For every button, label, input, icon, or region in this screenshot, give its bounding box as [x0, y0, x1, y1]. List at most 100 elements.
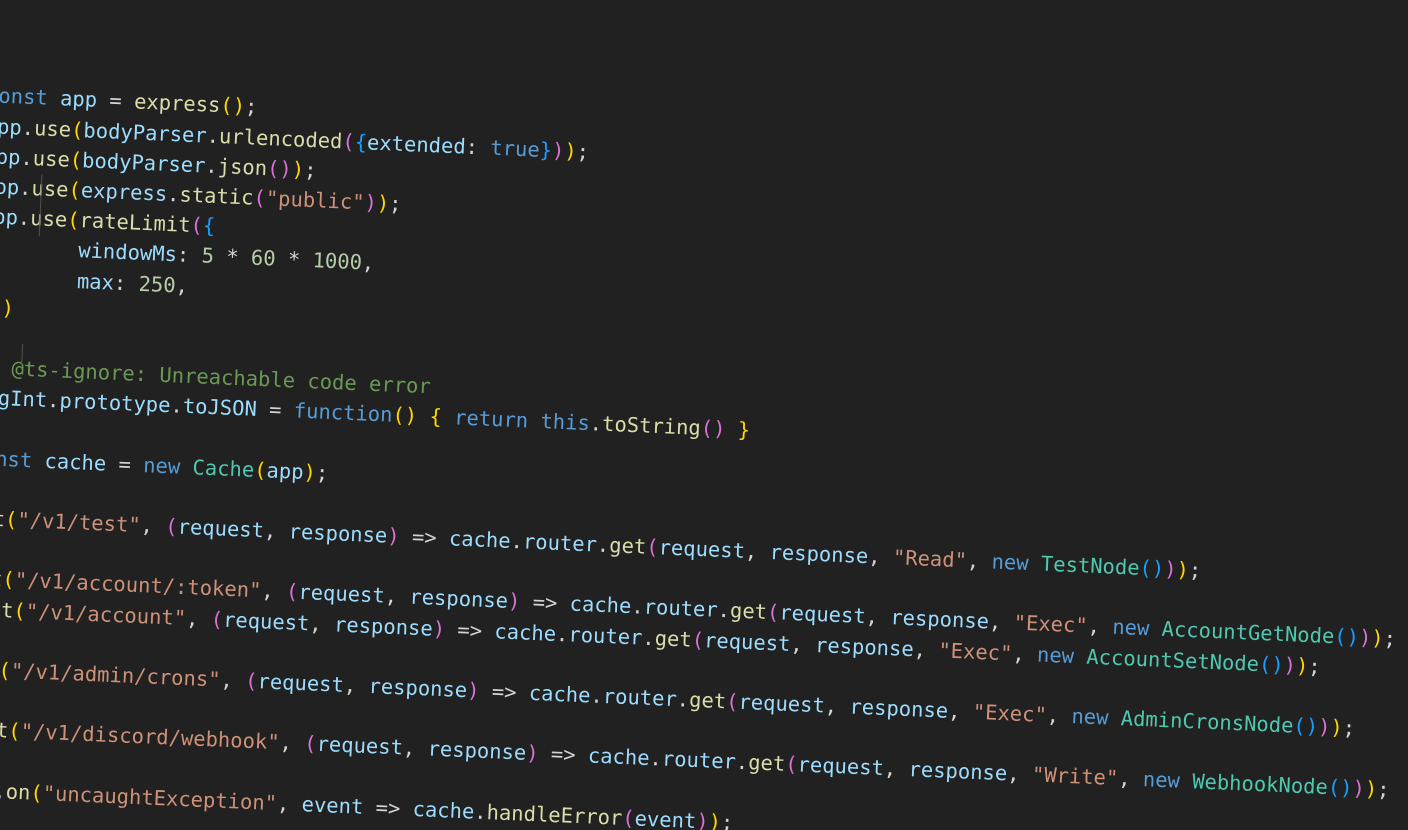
token-op: . [589, 411, 603, 436]
code-editor-viewport[interactable]: const app = express(); app.use(bodyParse… [0, 18, 1408, 830]
token-str: "Exec" [937, 637, 1013, 666]
token-op: => [538, 741, 589, 768]
token-fn: use [33, 115, 72, 142]
token-b2: ( [190, 213, 204, 238]
token-op: . [18, 175, 33, 201]
token-op: , [1046, 702, 1073, 728]
token-b2: ) [1358, 625, 1372, 651]
token-var: request [222, 607, 310, 635]
token-cls: Cache [192, 454, 255, 482]
token-str: "public" [265, 186, 366, 215]
token-num: 1000 [312, 248, 363, 275]
token-var: router [522, 529, 598, 557]
token-op: * [213, 244, 252, 270]
token-b1: ) [404, 403, 418, 429]
token-op: , [175, 272, 189, 298]
token-kw: function [293, 398, 394, 427]
token-b1: ) [1370, 626, 1385, 651]
token-op: ; [1376, 777, 1391, 803]
token-op: ; [303, 157, 317, 183]
token-op: . [21, 115, 35, 140]
token-num: 5 [201, 243, 215, 269]
token-str: "Exec" [972, 699, 1048, 727]
token-b3: { [202, 213, 216, 239]
token-b1: ( [253, 457, 268, 483]
token-var: cache [528, 680, 592, 708]
token-str: "Exec" [1013, 610, 1089, 639]
token-op: => [362, 794, 414, 821]
token-b1: ) [1, 295, 15, 321]
token-op: , [883, 756, 910, 782]
token-b1: ) [708, 809, 722, 830]
token-b2: ( [784, 752, 799, 777]
token-var: cache [493, 618, 557, 646]
token-op: , [361, 250, 375, 276]
token-op: , [276, 790, 303, 816]
token-kw: this [539, 409, 591, 436]
token-var: app [266, 458, 305, 484]
token-num: 60 [250, 245, 277, 271]
token-var: cache [412, 796, 475, 824]
token-var: response [427, 736, 527, 766]
token-op: ; [244, 94, 258, 120]
token-str: "/v1/account" [25, 598, 187, 630]
token-op: . [510, 528, 524, 554]
token-op: , [402, 735, 429, 761]
token-fn: get [608, 533, 647, 559]
token-op: . [204, 153, 219, 178]
token-fn: use [32, 145, 71, 172]
token-b1: ) [232, 94, 246, 119]
token-op: . [46, 388, 61, 413]
token-var: cache [587, 743, 651, 771]
token-fn: on [5, 779, 31, 805]
token-b1: ) [1364, 776, 1378, 802]
token-kw: true [489, 135, 541, 162]
token-b2: ) [1317, 714, 1331, 740]
token-b1: } [737, 417, 751, 443]
token-b2: ( [210, 606, 224, 632]
token-b2: ( [645, 534, 660, 560]
token-op: , [947, 698, 974, 724]
token-op: * [275, 246, 314, 273]
token-fn: toString [601, 411, 702, 441]
token-b3: ) [1151, 556, 1165, 581]
token-op: . [166, 181, 181, 207]
token-var: router [643, 595, 719, 623]
token-op: = [256, 397, 295, 423]
token-b2: ) [1163, 556, 1178, 582]
token-var: app [0, 173, 20, 200]
token-op: ; [1188, 557, 1202, 583]
token-cls: WebhookNode [1191, 769, 1329, 800]
token-kw: new [991, 549, 1030, 576]
token-op: => [399, 524, 450, 551]
token-b2: ) [278, 156, 293, 181]
token-str: "Read" [892, 545, 968, 573]
token-op: , [263, 518, 290, 544]
token-op: => [519, 589, 571, 616]
token-op: . [206, 123, 220, 148]
token-cls: TestNode [1040, 551, 1141, 580]
token-op: , [279, 730, 305, 756]
code-lines-container[interactable]: const app = express(); app.use(bodyParse… [0, 78, 1408, 830]
token-fn: express [133, 89, 221, 118]
token-kw: new [1070, 703, 1110, 730]
token-op: . [641, 625, 656, 650]
token-fn: json [217, 153, 268, 180]
token-var: response [908, 757, 1008, 786]
token-fn: get [688, 687, 727, 714]
token-var: router [661, 746, 737, 775]
token-fn: urlencoded [218, 123, 343, 153]
token-var: request [257, 669, 345, 697]
token-b1: ( [12, 598, 27, 623]
token-var: BigInt [0, 385, 48, 413]
token-var: request [297, 580, 386, 608]
token-kw: new [142, 452, 181, 479]
token-var: prototype [59, 388, 172, 418]
token-fn: rateLimit [79, 208, 192, 238]
token-op [725, 417, 738, 442]
token-var: request [658, 535, 746, 563]
token-b2: ) [525, 741, 540, 766]
token-op: . [20, 145, 34, 170]
